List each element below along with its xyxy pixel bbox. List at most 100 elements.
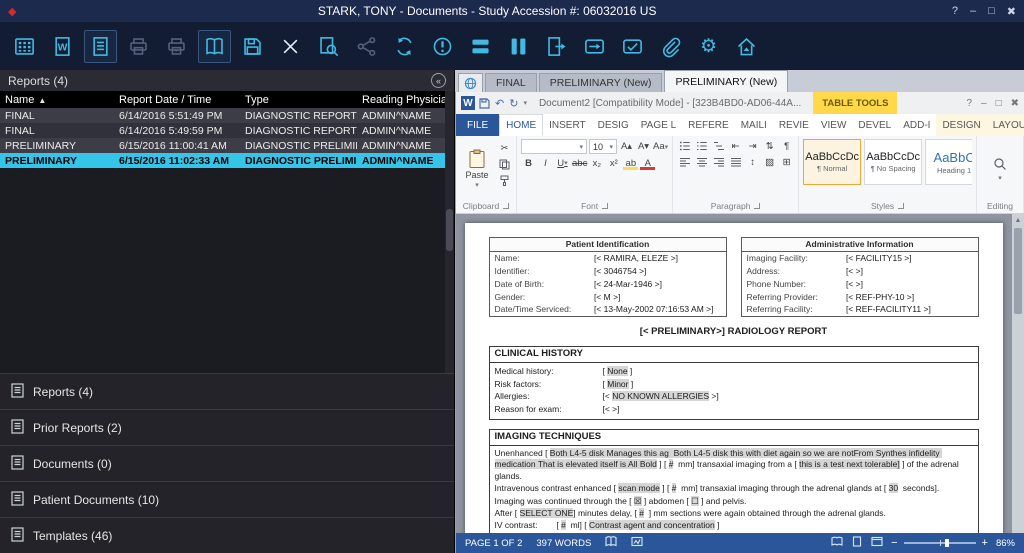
align-left-button[interactable] — [677, 155, 692, 169]
tab-final[interactable]: FINAL — [485, 73, 537, 92]
numbering-button[interactable] — [694, 139, 709, 153]
word-count[interactable]: 397 WORDS — [536, 538, 591, 549]
reports-table-header[interactable]: Name▲ Report Date / Time Type Reading Ph… — [0, 91, 445, 108]
delete-button[interactable] — [274, 30, 307, 63]
underline-button[interactable]: U▾ — [555, 156, 570, 170]
document-page[interactable]: Patient Identification Name:[< RAMIRA, E… — [465, 223, 1003, 533]
undo-icon[interactable]: ↶ — [495, 97, 504, 110]
doc-field[interactable]: [< >] — [846, 278, 863, 291]
doc-field-value[interactable]: this is a test next tolerable] — [799, 459, 900, 469]
doc-field[interactable]: [< REF-FACILITY11 >] — [846, 303, 931, 316]
doc-field-value[interactable]: NO KNOWN ALLERGIES — [612, 391, 709, 401]
column-type[interactable]: Type — [240, 94, 357, 106]
collapse-panel-button[interactable]: « — [431, 73, 446, 88]
show-paragraph-marks-button[interactable]: ¶ — [779, 139, 794, 153]
tab-mailings[interactable]: MAILI — [735, 114, 773, 136]
qat-dropdown-icon[interactable]: ▾ — [523, 99, 527, 107]
section-patient-documents[interactable]: Patient Documents (10) — [0, 481, 454, 517]
zoom-slider[interactable] — [904, 542, 976, 544]
keypad-button[interactable] — [8, 30, 41, 63]
font-name-combo[interactable]: ▾ — [521, 139, 587, 154]
doc-field[interactable]: [< 24-Mar-1946 >] — [594, 278, 662, 291]
section-reports[interactable]: Reports (4) — [0, 373, 454, 409]
tab-home[interactable]: HOME — [499, 114, 543, 136]
word-close-button[interactable]: ✖ — [1011, 98, 1019, 109]
doc-field[interactable]: [< RAMIRA, ELEZE >] — [594, 252, 678, 265]
bullets-button[interactable] — [677, 139, 692, 153]
print-button[interactable] — [122, 30, 155, 63]
proofing-icon[interactable] — [605, 536, 617, 550]
column-name[interactable]: Name — [5, 94, 34, 106]
font-size-combo[interactable]: 10▾ — [589, 139, 617, 154]
line-spacing-button[interactable]: ↕ — [745, 155, 760, 169]
forward-button[interactable] — [578, 30, 611, 63]
paste-button[interactable]: Paste▾ — [460, 139, 494, 199]
tab-design[interactable]: DESIG — [592, 114, 635, 136]
tab-table-layout[interactable]: LAYOUT — [987, 114, 1024, 136]
doc-field[interactable]: [< FACILITY15 >] — [846, 252, 912, 265]
tab-insert[interactable]: INSERT — [543, 114, 592, 136]
split-horizontal-button[interactable] — [464, 30, 497, 63]
grow-font-button[interactable]: A▴ — [619, 140, 634, 154]
text-highlight-button[interactable]: ab — [623, 156, 638, 170]
open-word-button[interactable]: W — [46, 30, 79, 63]
table-tools-context-tab[interactable]: TABLE TOOLS — [813, 92, 897, 114]
alert-button[interactable] — [426, 30, 459, 63]
doc-field-value[interactable]: 30 — [889, 483, 898, 493]
shading-button[interactable]: ▨ — [762, 155, 777, 169]
word-restore-button[interactable]: □ — [996, 98, 1002, 109]
refresh-button[interactable] — [388, 30, 421, 63]
zoom-slider-thumb[interactable] — [945, 539, 949, 547]
doc-field[interactable]: [< REF-PHY-10 >] — [846, 291, 914, 304]
align-center-button[interactable] — [694, 155, 709, 169]
tab-review[interactable]: REVIE — [773, 114, 815, 136]
scrollbar-thumb[interactable] — [1014, 228, 1022, 314]
subscript-button[interactable]: x₂ — [589, 156, 604, 170]
contacts-button[interactable] — [198, 30, 231, 63]
bold-button[interactable]: B — [521, 156, 536, 170]
tab-addins[interactable]: ADD-I — [897, 114, 936, 136]
doc-field[interactable]: [< M >] — [594, 291, 620, 304]
doc-field-value[interactable]: Contrast agent and concentration — [589, 520, 715, 530]
print-layout-icon[interactable] — [851, 536, 863, 550]
column-physician[interactable]: Reading Physician — [357, 94, 445, 106]
close-button[interactable]: ✖ — [1007, 5, 1016, 18]
save-icon[interactable] — [479, 98, 490, 109]
change-case-button[interactable]: Aa▾ — [653, 140, 668, 154]
doc-field-value[interactable]: ☐ — [691, 496, 699, 506]
zoom-level[interactable]: 86% — [996, 538, 1015, 549]
strikethrough-button[interactable]: abc — [572, 156, 587, 170]
redo-icon[interactable]: ↻ — [509, 97, 518, 110]
borders-button[interactable]: ⊞ — [779, 155, 794, 169]
font-dialog-launcher[interactable] — [602, 203, 608, 209]
print-all-button[interactable] — [160, 30, 193, 63]
doc-field-value[interactable]: ☒ — [634, 496, 642, 506]
section-templates[interactable]: Templates (46) — [0, 517, 454, 553]
column-datetime[interactable]: Report Date / Time — [114, 94, 240, 106]
tab-page-layout[interactable]: PAGE L — [635, 114, 682, 136]
zoom-in-button[interactable]: + — [982, 538, 988, 549]
align-right-button[interactable] — [711, 155, 726, 169]
format-painter-button[interactable] — [497, 173, 512, 187]
page-indicator[interactable]: PAGE 1 OF 2 — [465, 538, 522, 549]
sort-button[interactable]: ⇅ — [762, 139, 777, 153]
style-normal[interactable]: AaBbCcDc¶ Normal — [803, 139, 861, 185]
document-scrollbar[interactable]: ▲ — [1012, 214, 1024, 533]
save-button[interactable] — [236, 30, 269, 63]
word-help-button[interactable]: ? — [966, 98, 972, 109]
settings-button[interactable]: ⚙ — [692, 30, 725, 63]
macro-icon[interactable] — [631, 536, 643, 550]
tab-references[interactable]: REFERE — [682, 114, 735, 136]
multilevel-list-button[interactable] — [711, 139, 726, 153]
read-mode-icon[interactable] — [831, 536, 843, 550]
reports-scrollbar[interactable] — [445, 91, 454, 373]
paragraph-dialog-launcher[interactable] — [754, 203, 760, 209]
tab-developer[interactable]: DEVEL — [852, 114, 897, 136]
superscript-button[interactable]: x² — [606, 156, 621, 170]
doc-field-value[interactable]: scan mode — [618, 483, 660, 493]
tab-file[interactable]: FILE — [456, 114, 499, 136]
tab-view[interactable]: VIEW — [815, 114, 853, 136]
font-color-button[interactable]: A — [640, 156, 655, 170]
doc-field[interactable]: [< 13-May-2002 07:16:53 AM >] — [594, 303, 714, 316]
style-heading-1[interactable]: AaBbCHeading 1 — [925, 139, 972, 185]
